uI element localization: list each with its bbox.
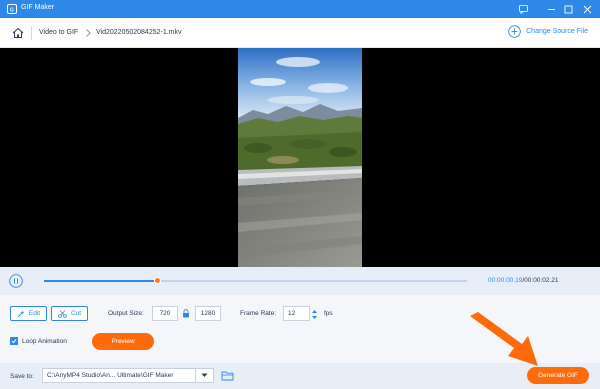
change-source-file-button[interactable]: Change Source File [508, 25, 588, 38]
output-width-input[interactable]: 720 [152, 306, 178, 321]
breadcrumb-file-name: Vid20220502084252-1.mkv [96, 29, 182, 36]
output-size-label: Output Size: [108, 310, 144, 317]
preview-button[interactable]: Preview [92, 333, 154, 350]
playback-bar: 00:00:00.19/00:00:02.21 [0, 267, 600, 295]
progress-slider[interactable] [44, 277, 467, 284]
window-title: GIF Maker [21, 4, 55, 11]
home-icon[interactable] [11, 26, 25, 40]
save-bar: Save to: C:\AnyMP4 Studio\An... Ultimate… [0, 363, 600, 389]
progress-slider-fill [44, 280, 159, 282]
pause-icon[interactable] [9, 274, 23, 288]
frame-rate-stepper[interactable] [311, 308, 318, 321]
chevron-right-icon [86, 29, 91, 37]
minimize-icon [547, 8, 555, 10]
total-time: 00:00:02.21 [524, 277, 559, 284]
current-time: 00:00:00.19 [488, 277, 523, 284]
frame-rate-label: Frame Rate: [240, 310, 277, 317]
output-height-input[interactable]: 1280 [195, 306, 221, 321]
feedback-button[interactable] [514, 2, 532, 16]
progress-slider-handle[interactable] [154, 277, 162, 284]
frame-rate-input[interactable]: 12 [283, 306, 310, 321]
edit-button[interactable]: Edit [10, 306, 47, 321]
app-logo-icon: G [7, 4, 17, 14]
edit-label: Edit [28, 310, 41, 317]
loop-animation-label: Loop Animation [22, 338, 67, 345]
time-readout: 00:00:00.19/00:00:02.21 [488, 277, 559, 284]
breadcrumb-video-to-gif[interactable]: Video to GIF [39, 29, 78, 36]
cut-button[interactable]: Cut [51, 306, 88, 321]
svg-text:G: G [10, 7, 14, 13]
fps-unit-label: fps [324, 310, 333, 317]
magic-wand-icon [17, 310, 25, 317]
gif-settings-panel: Edit Cut Output Size: 720 1280 Frame Rat… [0, 295, 600, 363]
scissors-icon [58, 309, 67, 318]
close-button[interactable] [578, 2, 596, 16]
maximize-icon [564, 5, 572, 13]
minimize-button[interactable] [542, 2, 560, 16]
nav-bar: Video to GIF Vid20220502084252-1.mkv Cha… [0, 18, 600, 48]
video-frame-image [238, 48, 362, 267]
loop-animation-checkbox[interactable] [10, 337, 18, 345]
save-to-label: Save to: [10, 373, 34, 380]
save-path-field[interactable]: C:\AnyMP4 Studio\An... Ultimate\GIF Make… [42, 368, 196, 383]
open-folder-icon[interactable] [221, 369, 234, 382]
checkmark-icon [11, 339, 17, 344]
chevron-down-icon [201, 373, 208, 377]
change-source-file-label: Change Source File [526, 28, 588, 35]
cut-label: Cut [70, 310, 82, 317]
feedback-icon [518, 4, 528, 14]
video-preview [0, 48, 600, 267]
title-bar: G GIF Maker [0, 0, 600, 18]
generate-gif-button[interactable]: Generate GIF [527, 367, 589, 384]
add-circle-icon [508, 25, 521, 38]
maximize-button[interactable] [559, 2, 577, 16]
aspect-lock-icon[interactable] [182, 309, 190, 318]
nav-divider [31, 26, 32, 40]
save-path-dropdown[interactable] [196, 368, 214, 383]
close-icon [583, 5, 591, 13]
